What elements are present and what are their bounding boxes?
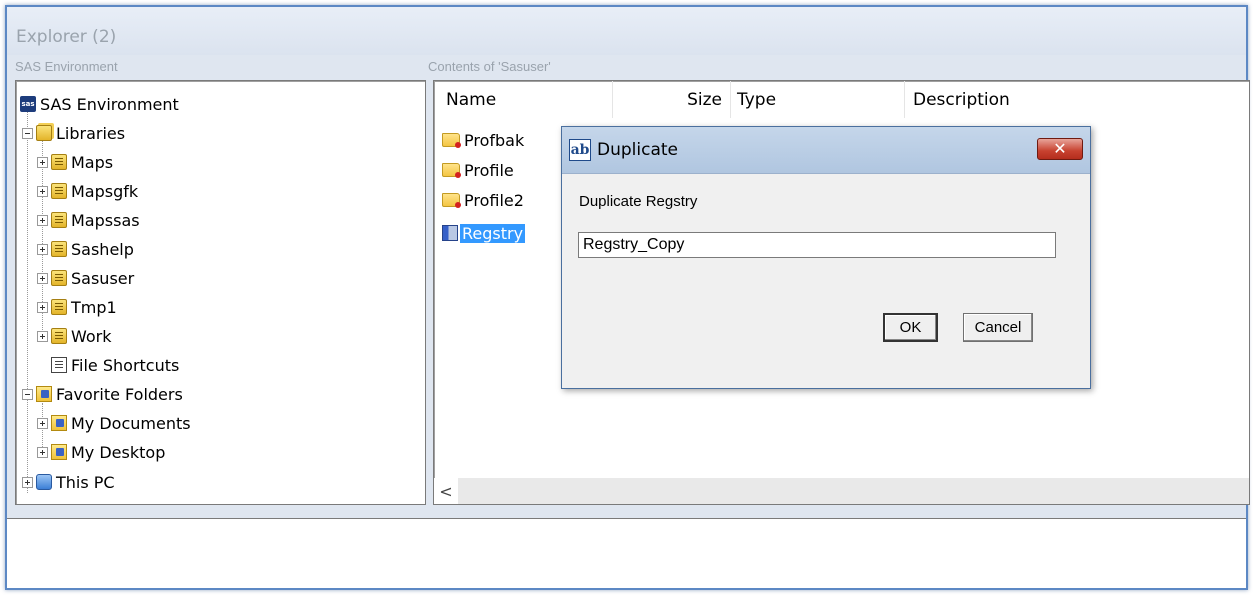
window-title: Explorer (2) <box>16 27 117 47</box>
tree-item-sas-environment[interactable]: sas SAS Environment <box>20 91 179 117</box>
sas-icon: sas <box>20 96 36 112</box>
scroll-left-icon[interactable]: < <box>434 478 458 504</box>
tree-pane-label: SAS Environment <box>15 59 118 74</box>
expand-icon[interactable] <box>37 214 48 226</box>
tree-item-mapsgfk[interactable]: Mapsgfk <box>37 178 138 204</box>
dialog-title-bar[interactable]: ab Duplicate ✕ <box>562 127 1090 174</box>
tree-item-label: Sasuser <box>71 268 135 288</box>
tree-pane: sas SAS Environment Libraries Maps Mapsg… <box>15 80 426 505</box>
tree-item-label: My Documents <box>71 413 191 433</box>
close-button[interactable]: ✕ <box>1037 138 1083 160</box>
library-icon <box>51 154 67 170</box>
favorite-folder-icon <box>51 444 67 460</box>
expand-icon[interactable] <box>37 185 48 197</box>
list-item-label: Profbak <box>464 130 525 150</box>
tree-item-label: Mapssas <box>71 210 140 230</box>
list-item-label: Regstry <box>460 223 526 243</box>
expand-icon[interactable] <box>37 156 48 168</box>
contents-pane-label: Contents of 'Sasuser' <box>428 59 551 74</box>
expand-icon[interactable] <box>37 417 48 429</box>
expand-icon[interactable] <box>37 330 48 342</box>
collapse-icon[interactable] <box>22 388 33 400</box>
tree-item-label: Favorite Folders <box>56 384 183 404</box>
tree-item-maps[interactable]: Maps <box>37 149 113 175</box>
favorite-folders-icon <box>36 386 52 402</box>
list-item-label: Profile <box>464 160 514 180</box>
collapse-icon[interactable] <box>22 127 33 139</box>
list-item-profile[interactable]: Profile <box>442 157 516 183</box>
tree-item-tmp1[interactable]: Tmp1 <box>37 294 117 320</box>
tree-item-label: Maps <box>71 152 114 172</box>
library-icon <box>51 328 67 344</box>
tree-item-work[interactable]: Work <box>37 323 112 349</box>
title-bar[interactable]: Explorer (2) <box>7 7 1246 55</box>
catalog-folder-icon <box>442 133 461 148</box>
tree-item-label: File Shortcuts <box>71 355 180 375</box>
column-header-description[interactable]: Description <box>905 81 1249 118</box>
tree-item-label: SAS Environment <box>40 94 179 114</box>
bottom-pane <box>7 518 1246 588</box>
expand-icon[interactable] <box>37 243 48 255</box>
tree-item-sasuser[interactable]: Sasuser <box>37 265 134 291</box>
catalog-folder-icon <box>442 163 461 178</box>
tree-item-mapssas[interactable]: Mapssas <box>37 207 140 233</box>
tree-item-this-pc[interactable]: This PC <box>22 469 115 495</box>
tree-item-my-desktop[interactable]: My Desktop <box>37 439 165 465</box>
list-item-label: Profile2 <box>464 190 524 210</box>
dialog-prompt: Duplicate Regstry <box>579 193 698 210</box>
list-item-regstry[interactable]: Regstry <box>442 220 526 246</box>
tree-item-libraries[interactable]: Libraries <box>22 120 125 146</box>
library-icon <box>51 183 67 199</box>
library-icon <box>51 212 67 228</box>
ok-button[interactable]: OK <box>883 313 938 342</box>
tree-item-label: This PC <box>56 472 115 492</box>
expand-icon[interactable] <box>37 272 48 284</box>
library-icon <box>51 270 67 286</box>
tree-item-label: Work <box>71 326 112 346</box>
library-icon <box>51 299 67 315</box>
duplicate-dialog: ab Duplicate ✕ Duplicate Regstry OK Canc… <box>561 126 1091 389</box>
expand-icon[interactable] <box>37 446 48 458</box>
text-input-icon: ab <box>569 139 591 161</box>
tree-item-label: Sashelp <box>71 239 134 259</box>
horizontal-scrollbar[interactable]: < <box>434 478 1249 504</box>
new-name-input[interactable] <box>578 232 1056 258</box>
library-icon <box>51 241 67 257</box>
tree-item-file-shortcuts[interactable]: File Shortcuts <box>51 352 179 378</box>
tree-item-label: Mapsgfk <box>71 181 139 201</box>
tree-item-label: My Desktop <box>71 442 166 462</box>
catalog-folder-icon <box>442 193 461 208</box>
tree-item-label: Libraries <box>56 123 126 143</box>
column-header-size[interactable]: Size <box>613 81 731 118</box>
list-item-profile2[interactable]: Profile2 <box>442 187 526 213</box>
column-header-type[interactable]: Type <box>731 81 905 118</box>
dialog-title: Duplicate <box>597 140 678 160</box>
cancel-button[interactable]: Cancel <box>963 313 1033 342</box>
expand-icon[interactable] <box>37 301 48 313</box>
tree-item-sashelp[interactable]: Sashelp <box>37 236 134 262</box>
tree-item-my-documents[interactable]: My Documents <box>37 410 191 436</box>
computer-icon <box>36 474 52 490</box>
registry-icon <box>442 225 458 241</box>
list-item-profbak[interactable]: Profbak <box>442 127 526 153</box>
tree-item-favorite-folders[interactable]: Favorite Folders <box>22 381 183 407</box>
expand-icon[interactable] <box>22 476 33 488</box>
libraries-icon <box>36 125 52 141</box>
favorite-folder-icon <box>51 415 67 431</box>
tree-item-label: Tmp1 <box>71 297 117 317</box>
column-header-name[interactable]: Name <box>434 81 613 118</box>
file-shortcuts-icon <box>51 357 67 373</box>
